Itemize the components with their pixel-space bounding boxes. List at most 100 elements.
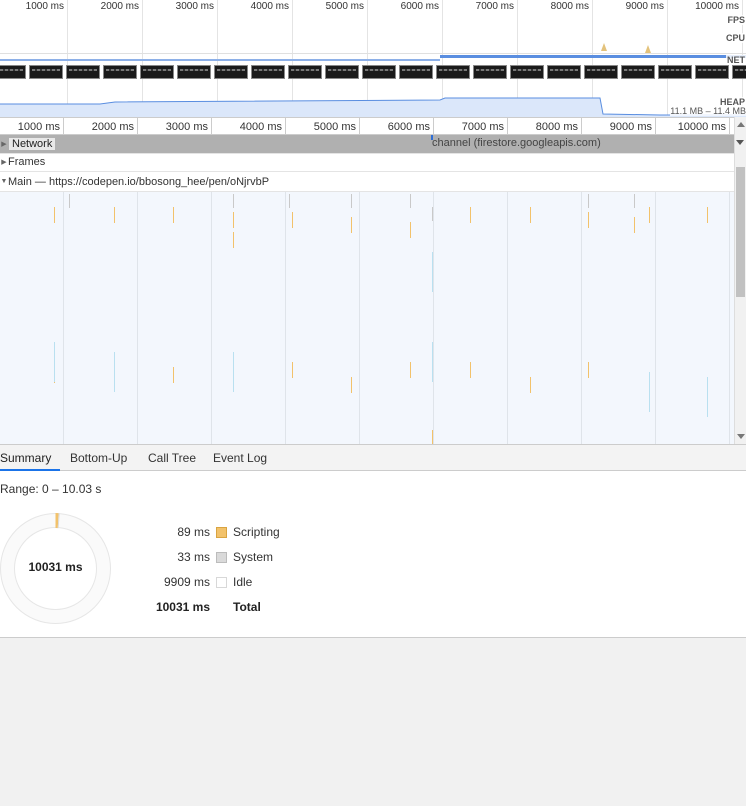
ruler-gridline — [211, 118, 212, 136]
screenshot-thumbnail[interactable] — [399, 65, 433, 79]
overview-tick-label: 4000 ms — [250, 1, 289, 12]
main-task-mark[interactable] — [707, 207, 708, 223]
ruler-gridline — [655, 118, 656, 136]
main-task-mark[interactable] — [289, 194, 290, 208]
screenshot-thumbnail[interactable] — [103, 65, 137, 79]
screenshot-thumbnail[interactable] — [584, 65, 618, 79]
main-task-mark[interactable] — [470, 207, 471, 223]
screenshot-thumbnail[interactable] — [510, 65, 544, 79]
overview-tick-label: 1000 ms — [25, 1, 64, 12]
screenshot-thumbnail[interactable] — [288, 65, 322, 79]
screenshot-filmstrip[interactable] — [0, 65, 746, 79]
range-label: Range: 0 – 10.03 s — [0, 482, 102, 496]
screenshot-thumbnail[interactable] — [473, 65, 507, 79]
ruler-gridline — [433, 118, 434, 136]
screenshot-thumbnail[interactable] — [436, 65, 470, 79]
overview-tick-label: 10000 ms — [695, 1, 739, 12]
frames-track-header[interactable]: ▶ Frames — [0, 152, 734, 172]
main-task-mark[interactable] — [588, 362, 589, 378]
main-task-mark[interactable] — [351, 194, 352, 208]
main-track-header[interactable]: ▼ Main — https://codepen.io/bbosong_hee/… — [0, 172, 734, 192]
time-ruler[interactable]: 1000 ms 2000 ms 3000 ms 4000 ms 5000 ms 6000 … — [0, 117, 746, 136]
screenshot-thumbnail[interactable] — [658, 65, 692, 79]
tab-summary[interactable]: Summary — [0, 445, 60, 471]
overview-tick-label: 7000 ms — [475, 1, 514, 12]
main-task-mark[interactable] — [69, 194, 70, 208]
screenshot-thumbnail[interactable] — [325, 65, 359, 79]
timeline-overview[interactable]: 1000 ms 2000 ms 3000 ms 4000 ms 5000 ms 6000 … — [0, 0, 746, 117]
main-task-mark[interactable] — [649, 372, 650, 412]
main-task-mark[interactable] — [432, 207, 433, 221]
main-task-mark[interactable] — [114, 207, 115, 223]
main-task-mark[interactable] — [649, 207, 650, 223]
main-task-mark[interactable] — [707, 377, 708, 417]
summary-pane: Range: 0 – 10.03 s 10031 ms 89 ms Script… — [0, 471, 746, 638]
legend-value: 9909 ms — [163, 575, 210, 589]
main-task-mark[interactable] — [233, 232, 234, 248]
legend-label: Scripting — [233, 525, 280, 539]
main-gridline — [433, 192, 434, 444]
scroll-up-icon[interactable] — [737, 122, 745, 127]
screenshot-thumbnail[interactable] — [547, 65, 581, 79]
network-activity-line — [0, 59, 440, 61]
main-task-mark[interactable] — [233, 194, 234, 208]
screenshot-thumbnail[interactable] — [695, 65, 729, 79]
scrollbar-thumb[interactable] — [736, 167, 745, 297]
network-track-label: Network — [9, 138, 56, 150]
main-gridline — [137, 192, 138, 444]
main-task-mark[interactable] — [634, 194, 635, 208]
legend-label: System — [233, 550, 274, 564]
main-task-mark[interactable] — [351, 377, 352, 393]
overview-tick-label: 9000 ms — [625, 1, 664, 12]
main-task-mark[interactable] — [173, 207, 174, 223]
screenshot-thumbnail[interactable] — [214, 65, 248, 79]
main-task-mark[interactable] — [470, 362, 471, 378]
main-task-mark[interactable] — [173, 367, 174, 383]
tab-call-tree[interactable]: Call Tree — [148, 445, 196, 471]
main-task-mark[interactable] — [410, 222, 411, 238]
main-task-mark[interactable] — [54, 342, 55, 382]
network-request-bar[interactable]: channel (firestore.googleapis.com) — [432, 137, 601, 149]
main-task-mark[interactable] — [432, 430, 433, 444]
screenshot-thumbnail[interactable] — [251, 65, 285, 79]
legend-value: 89 ms — [177, 525, 210, 539]
main-task-mark[interactable] — [233, 352, 234, 392]
screenshot-thumbnail[interactable] — [621, 65, 655, 79]
scroll-down-icon[interactable] — [737, 434, 745, 439]
main-task-mark[interactable] — [432, 342, 433, 382]
main-task-mark[interactable] — [54, 207, 55, 223]
screenshot-thumbnail[interactable] — [0, 65, 26, 79]
performance-panel: 1000 ms 2000 ms 3000 ms 4000 ms 5000 ms 6000 … — [0, 0, 746, 806]
expand-arrow-icon[interactable]: ▶ — [0, 140, 8, 148]
chevron-down-icon[interactable] — [736, 140, 744, 145]
expand-arrow-icon[interactable]: ▶ — [0, 158, 8, 166]
idle-swatch — [216, 577, 227, 588]
main-task-mark[interactable] — [233, 212, 234, 228]
flame-chart[interactable]: ▶ Network channel (firestore.googleapis.… — [0, 135, 734, 444]
main-task-mark[interactable] — [432, 252, 433, 292]
screenshot-thumbnail[interactable] — [177, 65, 211, 79]
screenshot-thumbnail[interactable] — [66, 65, 100, 79]
main-task-mark[interactable] — [114, 352, 115, 392]
main-task-mark[interactable] — [588, 212, 589, 228]
screenshot-thumbnail[interactable] — [362, 65, 396, 79]
main-task-mark[interactable] — [530, 377, 531, 393]
main-task-mark[interactable] — [410, 362, 411, 378]
tab-bottom-up[interactable]: Bottom-Up — [70, 445, 127, 471]
screenshot-thumbnail[interactable] — [732, 65, 746, 79]
screenshot-thumbnail[interactable] — [140, 65, 174, 79]
main-thread-area[interactable] — [0, 192, 734, 444]
main-task-mark[interactable] — [588, 194, 589, 208]
main-task-mark[interactable] — [292, 212, 293, 228]
vertical-scrollbar[interactable] — [734, 117, 746, 444]
main-task-mark[interactable] — [292, 362, 293, 378]
tab-event-log[interactable]: Event Log — [213, 445, 267, 471]
main-task-mark[interactable] — [634, 217, 635, 233]
screenshot-thumbnail[interactable] — [29, 65, 63, 79]
collapse-arrow-icon[interactable]: ▼ — [0, 178, 8, 185]
cpu-activity-marker — [601, 43, 607, 51]
overview-tick-label: 8000 ms — [550, 1, 589, 12]
main-task-mark[interactable] — [410, 194, 411, 208]
main-task-mark[interactable] — [351, 217, 352, 233]
main-task-mark[interactable] — [530, 207, 531, 223]
